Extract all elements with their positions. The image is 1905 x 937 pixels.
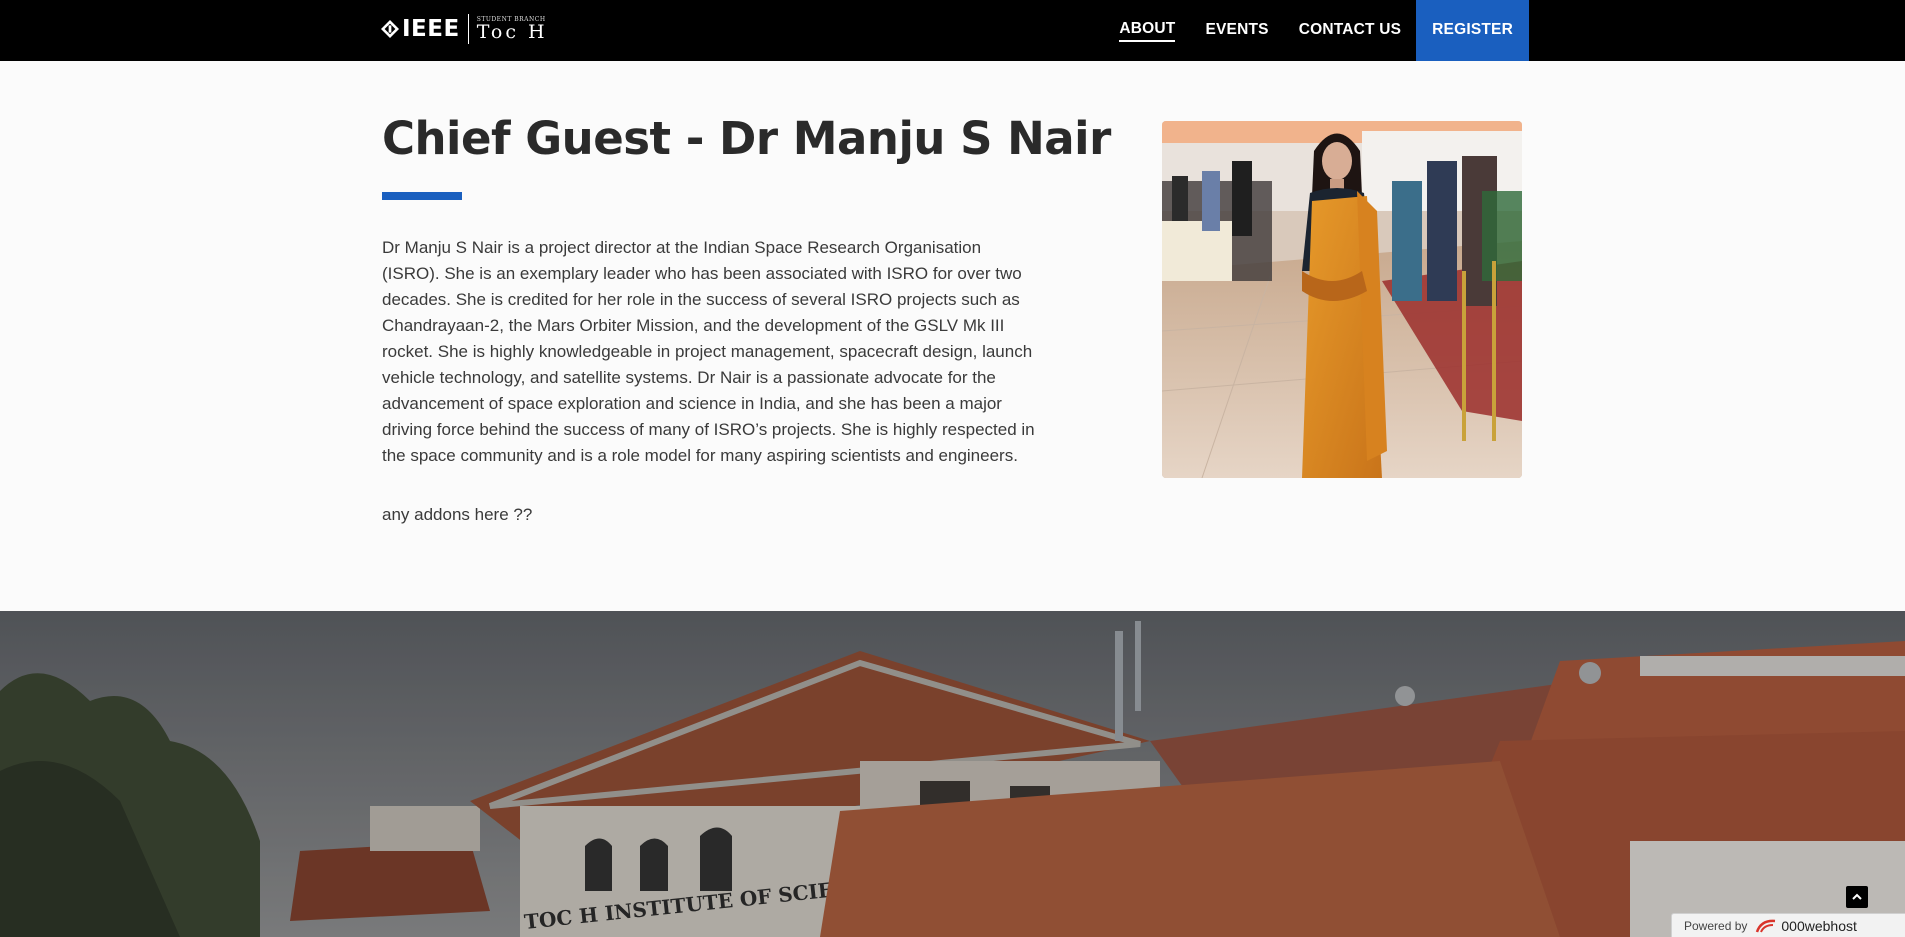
- nav-contact-us-label: CONTACT US: [1298, 20, 1402, 38]
- webhost-logo-icon: [1756, 919, 1776, 933]
- logo-divider: [467, 14, 469, 44]
- register-button[interactable]: REGISTER: [1416, 0, 1529, 61]
- host-brand: 000webhost: [1755, 918, 1857, 934]
- chief-guest-photo: [1162, 121, 1522, 478]
- scroll-to-top-button[interactable]: [1846, 886, 1868, 908]
- nav-contact-us[interactable]: CONTACT US: [1284, 0, 1416, 61]
- host-name: 000webhost: [1781, 918, 1857, 934]
- guest-bio: Dr Manju S Nair is a project director at…: [382, 238, 1035, 465]
- site-logo[interactable]: IEEE STUDENT BRANCH Toc H: [381, 13, 548, 45]
- nav-about[interactable]: ABOUT: [1104, 0, 1190, 61]
- chevron-up-icon: [1852, 893, 1862, 900]
- title-underline: [382, 192, 462, 200]
- branch-wordmark: STUDENT BRANCH Toc H: [476, 16, 548, 43]
- campus-banner: TOC H INSTITUTE OF SCIENCE & TECHNOLOGY: [0, 611, 1905, 937]
- ieee-logo: IEEE: [381, 16, 460, 42]
- powered-by-badge[interactable]: Powered by 000webhost: [1671, 913, 1905, 937]
- nav-events[interactable]: EVENTS: [1190, 0, 1283, 61]
- ieee-wordmark: IEEE: [402, 16, 460, 42]
- top-navbar: IEEE STUDENT BRANCH Toc H ABOUT EVENTS C…: [0, 0, 1905, 61]
- nav-about-label: ABOUT: [1119, 20, 1176, 42]
- main-nav: ABOUT EVENTS CONTACT US REGISTER: [1104, 0, 1529, 61]
- ieee-diamond-icon: [381, 20, 399, 38]
- nav-events-label: EVENTS: [1205, 20, 1269, 38]
- powered-by-text: Powered by: [1684, 919, 1748, 933]
- addons-text: any addons here ??: [382, 505, 533, 524]
- page-title: Chief Guest - Dr Manju S Nair: [382, 112, 1111, 165]
- register-button-label: REGISTER: [1432, 20, 1513, 38]
- branch-name: Toc H: [476, 20, 548, 43]
